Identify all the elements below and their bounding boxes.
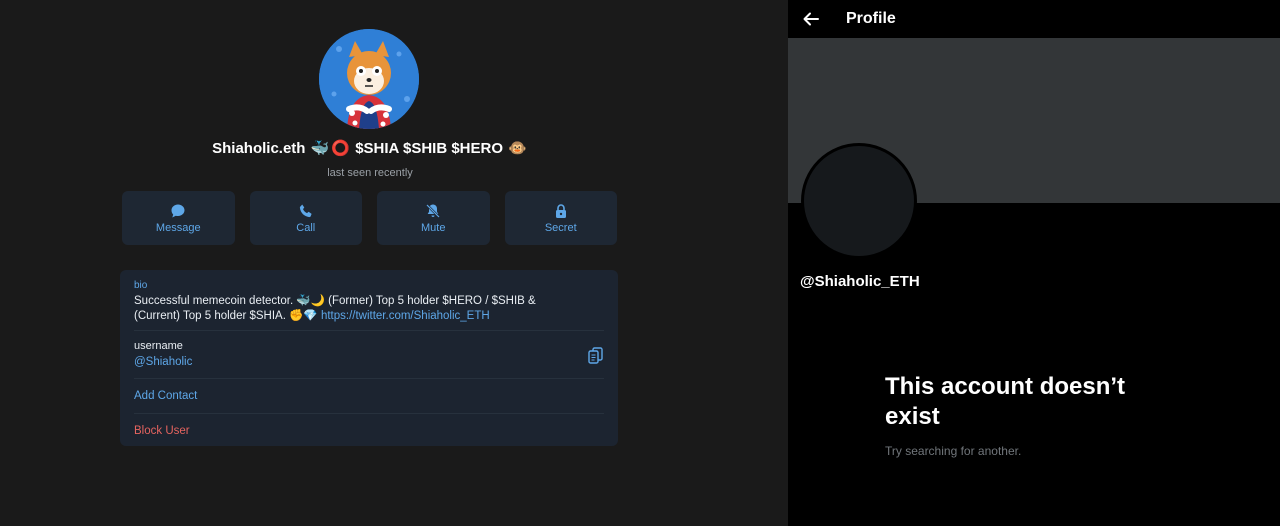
message-button-label: Message (155, 221, 201, 234)
add-contact-button[interactable]: Add Contact (134, 379, 604, 413)
bio-line-1: Successful memecoin detector. 🐳🌙 (Former… (134, 295, 536, 307)
chat-bubble-icon (171, 204, 185, 217)
lock-icon (555, 203, 566, 218)
bio-label: bio (134, 280, 148, 291)
monkey-emoji: 🐵 (508, 140, 527, 157)
account-not-found-subtitle: Try searching for another. (885, 444, 1022, 458)
profile-actions: Message Call Mute Secret (122, 191, 617, 245)
shiba-avatar-illustration (319, 29, 419, 129)
profile-name: Shiaholic.eth 🐳 ⭕ $SHIA $SHIB $HERO 🐵 (0, 139, 740, 157)
last-seen-status: last seen recently (327, 167, 413, 179)
profile-info-card: bio Successful memecoin detector. 🐳🌙 (Fo… (120, 270, 618, 446)
twitter-avatar (801, 143, 917, 259)
copy-icon[interactable] (588, 347, 604, 365)
mute-button[interactable]: Mute (377, 191, 490, 245)
secret-chat-button[interactable]: Secret (504, 191, 617, 245)
profile-name-text: Shiaholic.eth (212, 140, 306, 157)
username-value[interactable]: @Shiaholic (134, 356, 604, 368)
bio-text: Successful memecoin detector. 🐳🌙 (Former… (134, 294, 574, 324)
phone-icon (299, 204, 312, 217)
block-user-button[interactable]: Block User (134, 414, 604, 448)
username-label: username (134, 340, 183, 352)
mute-button-label: Mute (421, 221, 446, 234)
twitter-handle: @Shiaholic_ETH (800, 273, 920, 290)
bio-line-2: (Current) Top 5 holder $SHIA. ✊💎 (134, 310, 318, 322)
call-button-label: Call (296, 221, 316, 234)
call-button[interactable]: Call (249, 191, 362, 245)
profile-avatar[interactable] (319, 29, 419, 129)
telegram-profile-panel: Shiaholic.eth 🐳 ⭕ $SHIA $SHIB $HERO 🐵 las… (0, 0, 788, 526)
account-not-found-message: This account doesn’t exist Try searching… (885, 372, 1185, 458)
twitter-header: Profile (788, 0, 1280, 38)
username-row[interactable]: username @Shiaholic (134, 331, 604, 378)
secret-button-label: Secret (544, 221, 577, 234)
back-arrow-icon[interactable] (802, 10, 820, 28)
message-button[interactable]: Message (122, 191, 235, 245)
bio-twitter-link[interactable]: https://twitter.com/Shiaholic_ETH (321, 310, 490, 322)
whale-emoji: 🐳 (310, 140, 330, 157)
twitter-header-title: Profile (846, 10, 896, 27)
twitter-profile-panel: Profile @Shiaholic_ETH This account does… (788, 0, 1280, 526)
circle-emoji: ⭕ (331, 140, 351, 157)
profile-name-tickers: $SHIA $SHIB $HERO (355, 140, 504, 157)
bell-slash-icon (426, 203, 441, 218)
account-not-found-title: This account doesn’t exist (885, 373, 1126, 430)
